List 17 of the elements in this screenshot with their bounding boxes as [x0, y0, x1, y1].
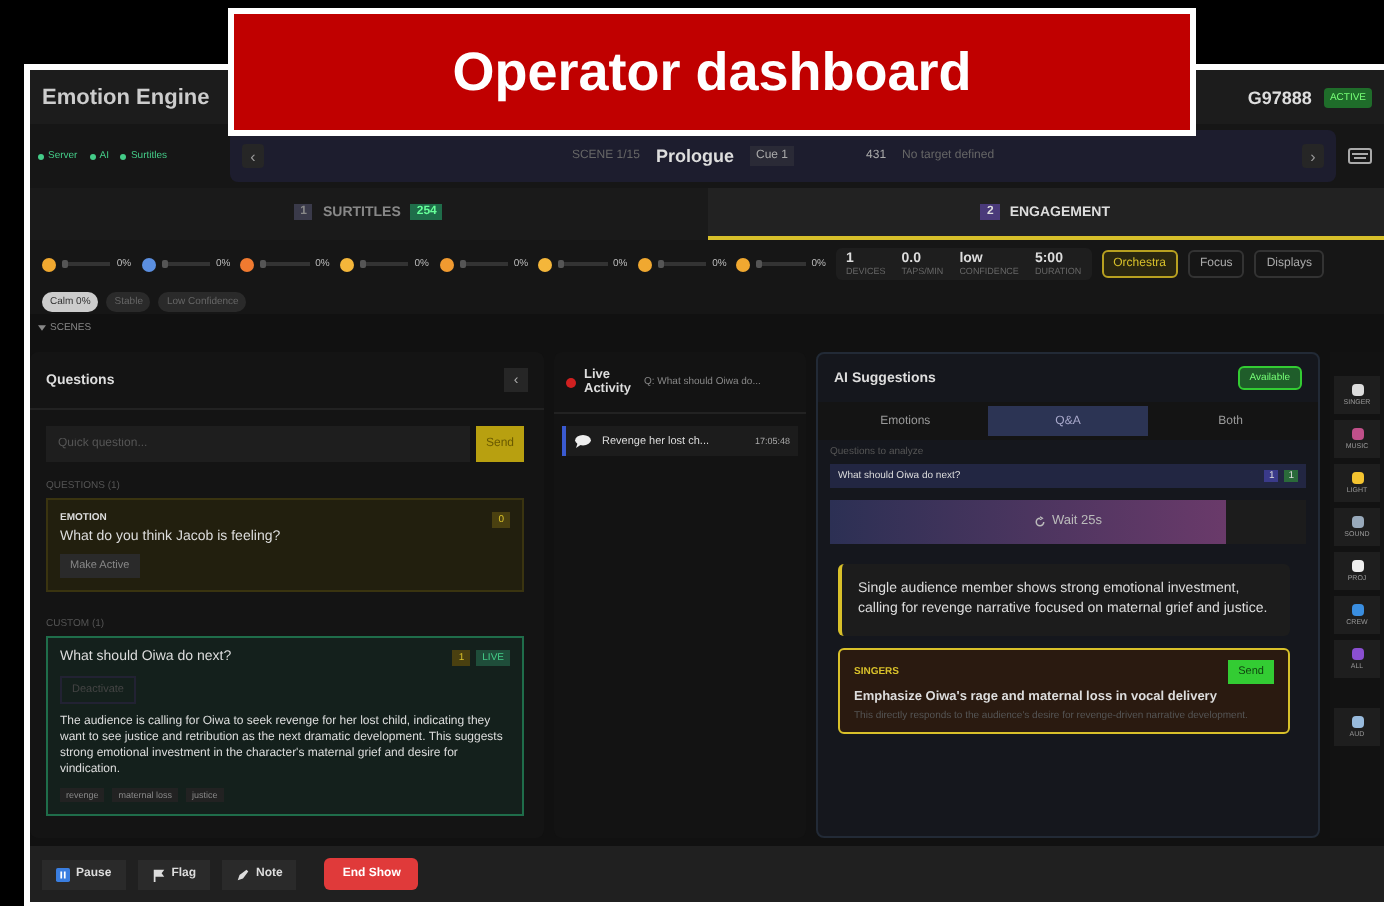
- status-dot-icon: [38, 153, 44, 159]
- next-button[interactable]: ›: [1302, 144, 1325, 168]
- live-indicator-icon: [566, 377, 576, 388]
- speech-bubble-icon: [574, 434, 592, 449]
- status-dot-icon: [120, 153, 127, 159]
- pause-icon: [56, 867, 70, 881]
- status-dot-icon: [89, 153, 96, 159]
- previous-button[interactable]: ‹: [242, 144, 264, 168]
- caret-icon: [38, 323, 46, 331]
- pencil-icon: [236, 867, 251, 881]
- show-code: G97888: [1247, 87, 1312, 107]
- app-name: Emotion Engine: [42, 85, 210, 109]
- refresh-icon: [1033, 515, 1046, 527]
- flag-icon: [151, 867, 166, 881]
- banner-title: Operator dashboard: [452, 41, 972, 103]
- keyboard-icon[interactable]: [1348, 148, 1372, 164]
- scene-name: Prologue: [655, 146, 734, 166]
